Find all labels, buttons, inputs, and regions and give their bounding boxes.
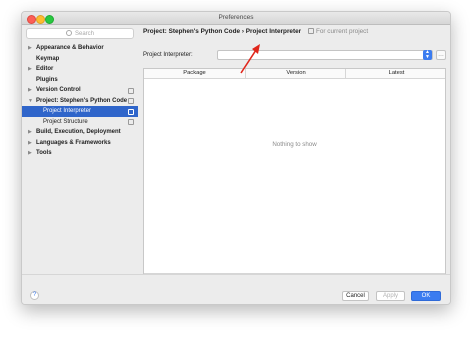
window-title: Preferences xyxy=(218,14,254,21)
copy-icon xyxy=(128,87,134,94)
sidebar-item-appearance-behavior[interactable]: ▶ Appearance & Behavior xyxy=(22,43,138,54)
expand-arrow-icon[interactable]: ▶ xyxy=(28,148,32,159)
packages-table: Package Version Latest Nothing to show +… xyxy=(143,68,446,286)
interpreter-label: Project Interpreter: xyxy=(143,52,193,58)
help-button[interactable]: ? xyxy=(30,291,39,300)
expand-arrow-icon[interactable]: ▶ xyxy=(28,64,32,75)
copy-icon xyxy=(307,27,314,34)
cancel-button[interactable]: Cancel xyxy=(342,291,369,301)
search-icon xyxy=(65,29,72,36)
column-header-package[interactable]: Package xyxy=(144,69,245,78)
settings-content: Project: Stephen's Python Code › Project… xyxy=(139,25,450,286)
breadcrumb-page: Project Interpreter xyxy=(245,28,302,35)
expand-arrow-icon[interactable]: ▶ xyxy=(28,43,32,54)
settings-search-input[interactable]: Search xyxy=(26,28,134,39)
copy-icon xyxy=(128,108,134,115)
column-header-version[interactable]: Version xyxy=(245,69,346,78)
expand-arrow-icon[interactable]: ▶ xyxy=(28,85,32,96)
collapse-arrow-icon[interactable]: ▼ xyxy=(28,96,33,107)
expand-arrow-icon[interactable]: ▶ xyxy=(28,138,32,149)
settings-sidebar: Search ▶ Appearance & Behavior Keymap ▶ Ed… xyxy=(22,25,138,274)
ok-button[interactable]: OK xyxy=(411,291,441,301)
dialog-footer: ? Cancel Apply OK xyxy=(22,274,450,304)
settings-tree: ▶ Appearance & Behavior Keymap ▶ Editor Pl… xyxy=(22,43,138,159)
empty-state-text: Nothing to show xyxy=(272,141,317,148)
dropdown-arrows-icon[interactable]: ▲ ▼ xyxy=(423,50,432,60)
interpreter-settings-button[interactable]: … xyxy=(436,50,446,60)
copy-icon xyxy=(128,119,134,125)
sidebar-item-project-interpreter[interactable]: Project Interpreter xyxy=(22,106,138,117)
copy-icon xyxy=(128,98,134,104)
sidebar-item-tools[interactable]: ▶ Tools xyxy=(22,148,138,159)
sidebar-item-languages-frameworks[interactable]: ▶ Languages & Frameworks xyxy=(22,138,138,149)
ellipsis-icon: … xyxy=(438,52,444,58)
sidebar-item-keymap[interactable]: Keymap xyxy=(22,54,138,65)
sidebar-item-version-control[interactable]: ▶ Version Control xyxy=(22,85,138,96)
column-header-latest[interactable]: Latest xyxy=(345,69,447,78)
apply-button[interactable]: Apply xyxy=(376,291,405,301)
interpreter-dropdown[interactable]: ▲ ▼ xyxy=(217,50,433,60)
breadcrumb-project: Project: Stephen's Python Code xyxy=(143,28,241,35)
sidebar-item-project-structure[interactable]: Project Structure xyxy=(22,117,138,128)
scope-note: For current project xyxy=(315,28,369,35)
breadcrumb: Project: Stephen's Python Code › Project… xyxy=(143,27,368,37)
expand-arrow-icon[interactable]: ▶ xyxy=(28,127,32,138)
table-header: Package Version Latest xyxy=(144,69,445,79)
title-bar: Preferences xyxy=(22,12,450,25)
sidebar-item-editor[interactable]: ▶ Editor xyxy=(22,64,138,75)
breadcrumb-separator: › xyxy=(241,28,244,35)
search-placeholder: Search xyxy=(74,31,94,37)
sidebar-item-project[interactable]: ▼ Project: Stephen's Python Code xyxy=(22,96,138,107)
preferences-window: Preferences Search ▶ Appearance & Behavio… xyxy=(21,11,451,305)
sidebar-item-build-execution-deployment[interactable]: ▶ Build, Execution, Deployment xyxy=(22,127,138,138)
sidebar-item-plugins[interactable]: Plugins xyxy=(22,75,138,86)
